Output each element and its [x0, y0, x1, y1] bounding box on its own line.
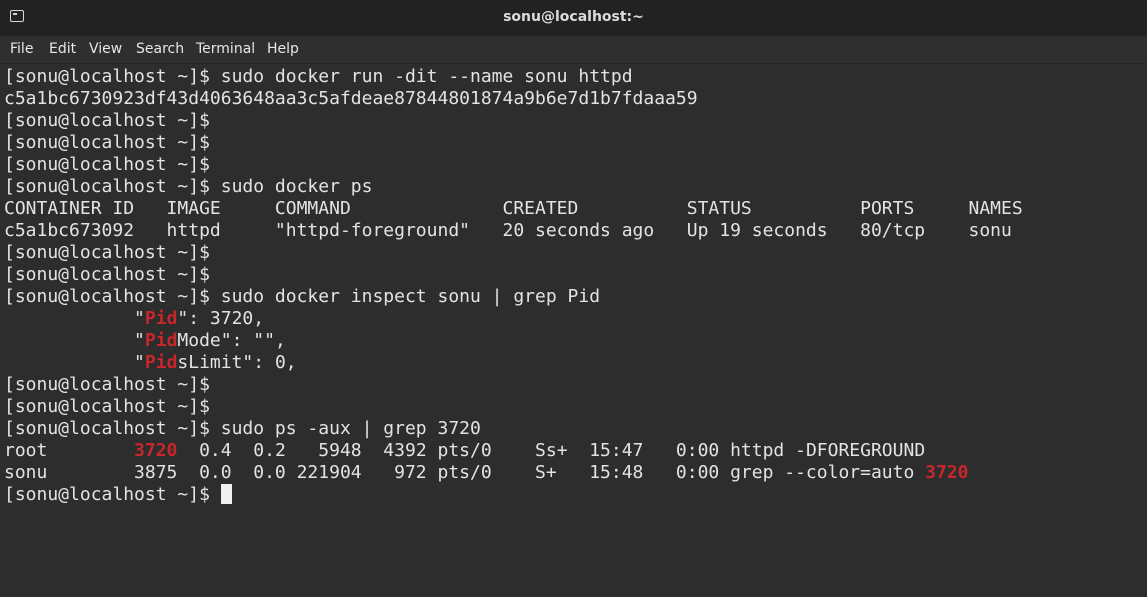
menu-edit[interactable]: Edit [49, 41, 76, 57]
grep-match-highlight: 3720 [134, 440, 178, 461]
terminal-line: [sonu@localhost ~]$ [4, 484, 232, 506]
grep-match-highlight: Pid [144, 308, 178, 329]
terminal-line: "Pid": 3720, [4, 308, 265, 329]
terminal-window: sonu@localhost:~ File Edit View Search T… [0, 0, 1147, 597]
terminal-line: CONTAINER ID IMAGE COMMAND CREATED STATU… [4, 198, 1023, 219]
terminal-line: [sonu@localhost ~]$ sudo ps -aux | grep … [4, 418, 481, 439]
terminal-line: [sonu@localhost ~]$ [4, 264, 210, 285]
text-cursor [220, 484, 232, 504]
terminal-output[interactable]: [sonu@localhost ~]$ sudo docker run -dit… [0, 64, 1147, 597]
terminal-line: [sonu@localhost ~]$ [4, 242, 210, 263]
terminal-line: [sonu@localhost ~]$ [4, 396, 210, 417]
menu-bar: File Edit View Search Terminal Help [0, 36, 1147, 64]
terminal-line: [sonu@localhost ~]$ sudo docker ps [4, 176, 373, 197]
terminal-line: c5a1bc6730923df43d4063648aa3c5afdeae8784… [4, 88, 698, 109]
terminal-line: [sonu@localhost ~]$ sudo docker run -dit… [4, 66, 633, 87]
menu-help[interactable]: Help [267, 41, 299, 57]
window-title: sonu@localhost:~ [503, 9, 644, 25]
menu-view[interactable]: View [89, 41, 122, 57]
grep-match-highlight: 3720 [925, 462, 969, 483]
terminal-line: [sonu@localhost ~]$ [4, 110, 210, 131]
grep-match-highlight: Pid [144, 352, 178, 373]
terminal-line: "PidMode": "", [4, 330, 286, 351]
terminal-line: [sonu@localhost ~]$ sudo docker inspect … [4, 286, 601, 307]
terminal-line: c5a1bc673092 httpd "httpd-foreground" 20… [4, 220, 1012, 241]
terminal-line: [sonu@localhost ~]$ [4, 132, 210, 153]
grep-match-highlight: Pid [144, 330, 178, 351]
menu-terminal[interactable]: Terminal [196, 41, 255, 57]
title-bar: sonu@localhost:~ [0, 0, 1147, 36]
terminal-line: [sonu@localhost ~]$ [4, 374, 210, 395]
terminal-line: root 3720 0.4 0.2 5948 4392 pts/0 Ss+ 15… [4, 440, 926, 461]
menu-search[interactable]: Search [136, 41, 184, 57]
terminal-line: [sonu@localhost ~]$ [4, 154, 210, 175]
menu-file[interactable]: File [10, 41, 33, 57]
terminal-line: "PidsLimit": 0, [4, 352, 297, 373]
terminal-line: sonu 3875 0.0 0.0 221904 972 pts/0 S+ 15… [4, 462, 969, 483]
